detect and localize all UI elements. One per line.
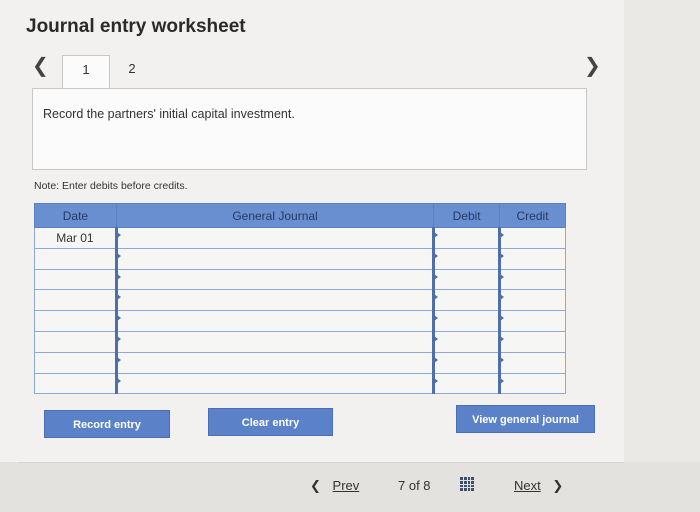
grid-icon[interactable]: [460, 477, 474, 491]
note-text: Note: Enter debits before credits.: [34, 180, 188, 192]
credit-cell[interactable]: [498, 372, 566, 395]
table-row: [34, 372, 566, 395]
right-strip: [624, 0, 700, 462]
table-row: [34, 310, 566, 332]
journal-table: Date General Journal Debit Credit Mar 01: [34, 203, 566, 395]
date-cell[interactable]: Mar 01: [34, 227, 117, 249]
chevron-left-icon[interactable]: ❮: [32, 56, 49, 76]
chevron-right-icon: ❯: [552, 478, 564, 493]
prev-label: Prev: [332, 478, 360, 493]
credit-cell[interactable]: [498, 268, 566, 291]
account-cell[interactable]: [114, 289, 435, 312]
debit-cell[interactable]: [432, 289, 501, 312]
date-cell[interactable]: [34, 289, 117, 312]
header-debit: Debit: [433, 203, 501, 228]
record-entry-button[interactable]: Record entry: [44, 410, 170, 438]
tab-1[interactable]: 1: [62, 55, 110, 90]
date-cell[interactable]: [34, 310, 117, 332]
tab-label: 1: [82, 62, 90, 77]
table-row: Mar 01: [34, 227, 566, 249]
page-title: Journal entry worksheet: [26, 16, 246, 37]
account-cell[interactable]: [114, 268, 435, 291]
account-cell[interactable]: [114, 351, 435, 374]
prev-link[interactable]: ❮ Prev: [310, 478, 359, 494]
footer-divider: [18, 462, 624, 463]
credit-cell[interactable]: [498, 289, 566, 312]
table-row: [34, 351, 566, 374]
debit-cell[interactable]: [432, 372, 501, 395]
credit-cell[interactable]: [498, 227, 566, 249]
date-cell[interactable]: [34, 330, 117, 353]
view-general-journal-button[interactable]: View general journal: [456, 405, 595, 433]
chevron-left-icon: ❮: [310, 478, 321, 493]
tab-2[interactable]: 2: [108, 55, 156, 89]
table-row: [34, 330, 566, 353]
date-cell[interactable]: [34, 351, 117, 374]
table-header-row: Date General Journal Debit Credit: [34, 203, 566, 228]
tab-label: 2: [128, 61, 136, 76]
date-cell[interactable]: [34, 268, 117, 291]
debit-cell[interactable]: [432, 351, 501, 374]
page-position: 7 of 8: [398, 478, 431, 493]
account-cell[interactable]: [114, 247, 435, 270]
debit-cell[interactable]: [432, 330, 501, 353]
debit-cell[interactable]: [432, 247, 501, 270]
debit-cell[interactable]: [432, 310, 501, 332]
debit-cell[interactable]: [432, 227, 501, 249]
account-cell[interactable]: [114, 330, 435, 353]
chevron-right-icon[interactable]: ❯: [584, 56, 601, 76]
next-label: Next: [514, 478, 541, 493]
credit-cell[interactable]: [498, 247, 566, 270]
table-row: [34, 268, 566, 291]
credit-cell[interactable]: [498, 351, 566, 374]
account-cell[interactable]: [114, 227, 435, 249]
instruction-text: Record the partners' initial capital inv…: [43, 107, 295, 121]
header-credit: Credit: [499, 203, 566, 228]
credit-cell[interactable]: [498, 330, 566, 353]
date-cell[interactable]: [34, 247, 117, 270]
instruction-box: Record the partners' initial capital inv…: [32, 88, 587, 170]
account-cell[interactable]: [114, 310, 435, 332]
account-cell[interactable]: [114, 372, 435, 395]
next-link[interactable]: Next ❯: [514, 478, 563, 494]
header-account: General Journal: [115, 203, 435, 228]
credit-cell[interactable]: [498, 310, 566, 332]
table-row: [34, 289, 566, 312]
header-date: Date: [34, 203, 117, 228]
clear-entry-button[interactable]: Clear entry: [208, 408, 333, 436]
table-row: [34, 247, 566, 270]
date-cell[interactable]: [34, 372, 117, 395]
debit-cell[interactable]: [432, 268, 501, 291]
